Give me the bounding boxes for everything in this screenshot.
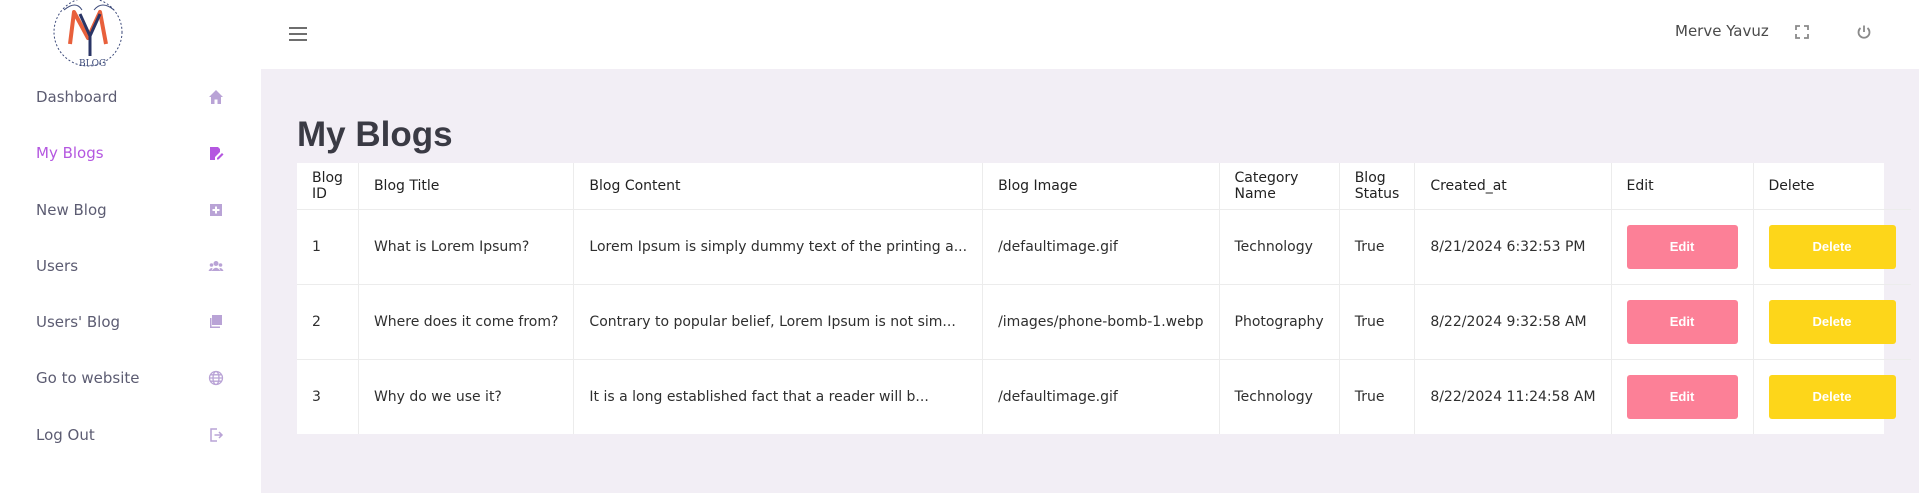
sidebar-item-label: My Blogs [36, 144, 104, 162]
users-icon [207, 257, 225, 275]
delete-button[interactable]: Delete [1768, 224, 1896, 269]
column-header: Blog Title [358, 163, 575, 210]
edit-cell: Edit [1611, 359, 1754, 434]
blog-title-cell: Why do we use it? [358, 359, 575, 434]
blogs-table: Blog ID Blog Title Blog Content Blog Ima… [297, 163, 1911, 434]
edit-cell: Edit [1611, 209, 1754, 285]
delete-cell: Delete [1753, 284, 1911, 360]
blog-image-cell: /images/phone-bomb-1.webp [982, 284, 1220, 360]
table-row: 2 Where does it come from? Contrary to p… [297, 284, 1911, 360]
edit-button[interactable]: Edit [1626, 299, 1738, 344]
globe-icon [207, 369, 225, 387]
blog-content-cell: It is a long established fact that a rea… [573, 359, 984, 434]
sidebar-item-users-blog[interactable]: Users' Blog [0, 294, 261, 350]
blog-id-cell: 1 [297, 209, 359, 285]
category-cell: Technology [1219, 359, 1340, 434]
column-header: Delete [1753, 163, 1911, 210]
blog-title-cell: What is Lorem Ipsum? [358, 209, 575, 285]
plus-box-icon [207, 201, 225, 219]
page-title: My Blogs [297, 115, 453, 154]
sidebar-item-log-out[interactable]: Log Out [0, 407, 261, 463]
status-cell: True [1339, 284, 1416, 360]
sidebar-item-my-blogs[interactable]: My Blogs [0, 125, 261, 181]
edit-note-icon [207, 144, 225, 162]
blog-title-cell: Where does it come from? [358, 284, 575, 360]
blog-content-cell: Lorem Ipsum is simply dummy text of the … [573, 209, 984, 285]
fullscreen-icon[interactable] [1794, 24, 1812, 42]
category-cell: Technology [1219, 209, 1340, 285]
column-header: Blog Content [573, 163, 984, 210]
sidebar-item-dashboard[interactable]: Dashboard [0, 69, 261, 125]
delete-button[interactable]: Delete [1768, 299, 1896, 344]
logout-icon [207, 426, 225, 444]
status-cell: True [1339, 209, 1416, 285]
column-header: Blog ID [297, 163, 359, 210]
sidebar-item-label: Users' Blog [36, 313, 121, 331]
sidebar-item-new-blog[interactable]: New Blog [0, 182, 261, 238]
power-icon[interactable] [1856, 24, 1874, 42]
created-at-cell: 8/22/2024 11:24:58 AM [1414, 359, 1612, 434]
sidebar-item-label: Users [36, 257, 79, 275]
top-header: Merve Yavuz [261, 0, 1919, 69]
hamburger-icon[interactable] [289, 23, 311, 45]
category-cell: Photography [1219, 284, 1340, 360]
table-row: 3 Why do we use it? It is a long establi… [297, 359, 1911, 434]
edit-button[interactable]: Edit [1626, 374, 1738, 419]
sidebar: BLOG Dashboard My Blogs New Blog Users U… [0, 0, 261, 493]
created-at-cell: 8/21/2024 6:32:53 PM [1414, 209, 1612, 285]
sidebar-item-label: New Blog [36, 201, 107, 219]
created-at-cell: 8/22/2024 9:32:58 AM [1414, 284, 1612, 360]
blog-content-cell: Contrary to popular belief, Lorem Ipsum … [573, 284, 984, 360]
table-row: 1 What is Lorem Ipsum? Lorem Ipsum is si… [297, 209, 1911, 285]
column-header: Blog Status [1339, 163, 1416, 210]
column-header: Created_at [1414, 163, 1612, 210]
library-icon [207, 313, 225, 331]
blog-id-cell: 2 [297, 284, 359, 360]
delete-cell: Delete [1753, 359, 1911, 434]
blog-image-cell: /defaultimage.gif [982, 209, 1220, 285]
blog-id-cell: 3 [297, 359, 359, 434]
sidebar-item-label: Log Out [36, 426, 95, 444]
user-name[interactable]: Merve Yavuz [1675, 22, 1769, 40]
sidebar-item-label: Go to website [36, 369, 140, 387]
edit-cell: Edit [1611, 284, 1754, 360]
status-cell: True [1339, 359, 1416, 434]
table-header-row: Blog ID Blog Title Blog Content Blog Ima… [297, 163, 1911, 210]
edit-button[interactable]: Edit [1626, 224, 1738, 269]
sidebar-item-label: Dashboard [36, 88, 118, 106]
sidebar-item-users[interactable]: Users [0, 238, 261, 294]
delete-cell: Delete [1753, 209, 1911, 285]
column-header: Category Name [1219, 163, 1340, 210]
blog-image-cell: /defaultimage.gif [982, 359, 1220, 434]
column-header: Blog Image [982, 163, 1220, 210]
sidebar-item-go-to-website[interactable]: Go to website [0, 350, 261, 406]
logo-text: BLOG [79, 59, 106, 68]
delete-button[interactable]: Delete [1768, 374, 1896, 419]
blog-logo[interactable]: BLOG [36, 0, 140, 69]
home-icon [207, 88, 225, 106]
column-header: Edit [1611, 163, 1754, 210]
main-content: My Blogs Blog ID Blog Title Blog Content… [261, 69, 1919, 493]
